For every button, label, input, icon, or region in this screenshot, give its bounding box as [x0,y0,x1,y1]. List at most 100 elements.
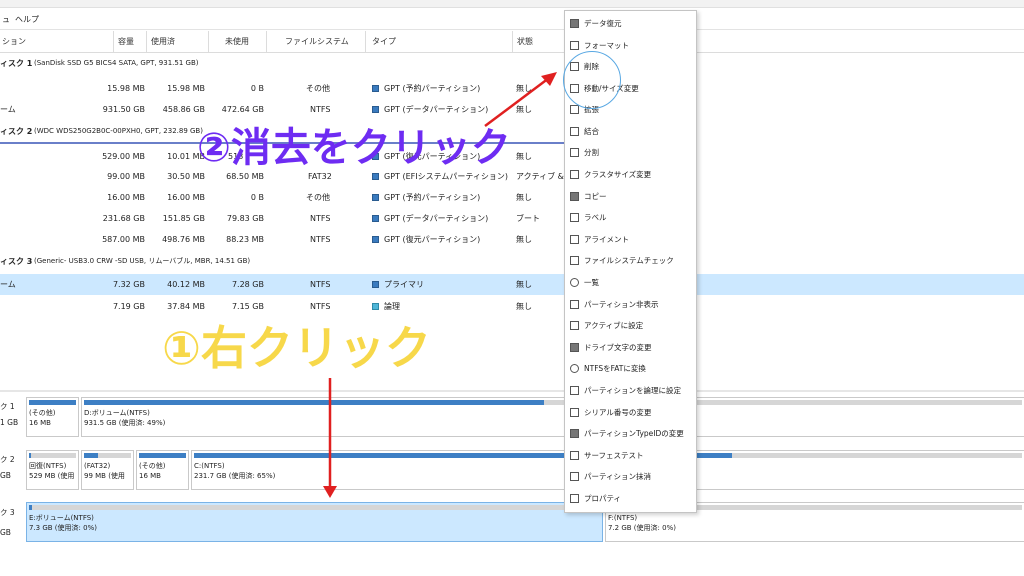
menu-alignment[interactable]: アライメント [565,229,696,250]
diskmap-partition-selected[interactable]: E:ボリューム(NTFS) 7.3 GB (使用済: 0%) [26,502,603,542]
diskmap-disk-size: GB [0,528,11,537]
menu-set-logical[interactable]: パーティションを論理に設定 [565,380,696,401]
partition-used: 498.76 MB [162,235,205,244]
drive-icon [570,19,579,28]
menu-label: アクティブに設定 [584,321,644,330]
diskmap-partition[interactable]: 回復(NTFS) 529 MB (使用 [26,450,79,490]
menu-change-letter[interactable]: ドライブ文字の変更 [565,337,696,358]
partition-row[interactable]: ーム 931.50 GB 458.86 GB 472.64 GB NTFS GP… [0,99,1024,120]
menu-wipe-partition[interactable]: パーティション抹消 [565,466,696,487]
menu-ntfs-to-fat[interactable]: NTFSをFATに変換 [565,358,696,379]
menu-properties[interactable]: プロパティ [565,488,696,509]
partition-row-selected[interactable]: ーム 7.32 GB 40.12 MB 7.28 GB NTFS プライマリ 無… [0,274,1024,295]
partition-free: 7.28 GB [231,280,264,289]
partition-row[interactable]: 99.00 MB 30.50 MB 68.50 MB FAT32 GPT (EF… [0,166,1024,187]
usage-bar [84,400,1022,405]
partition-used: 15.98 MB [167,84,205,93]
partition-map-label: F:(NTFS) [608,514,638,522]
col-unused[interactable]: 未使用 [209,31,267,53]
partition-map-label: D:ボリューム(NTFS) [84,409,150,417]
partition-used: 40.12 MB [167,280,205,289]
split-icon [570,148,579,157]
menu-label: パーティションを論理に設定 [584,386,682,395]
col-filesystem[interactable]: ファイルシステム [267,31,366,53]
partition-fs: NTFS [310,105,331,114]
barcode-icon [570,408,579,417]
logical-icon [570,386,579,395]
diskmap-partition[interactable]: (その他) 16 MB [136,450,189,490]
disk-row-2[interactable]: ィスク 2 (WDC WDS250G2B0C-00PXH0, GPT, 232.… [0,121,1024,142]
menu-set-active[interactable]: アクティブに設定 [565,315,696,336]
col-capacity[interactable]: 容量 [114,31,147,53]
menu-label: プロパティ [584,494,622,503]
col-partition[interactable]: ション [0,31,114,53]
menu-label-item[interactable]: ラベル [565,207,696,228]
usage-fill [84,453,99,458]
usage-fill [139,453,186,458]
menu-label: パーティション抹消 [584,472,652,481]
partition-type-text: GPT (EFIシステムパーティション) [384,172,508,181]
partition-capacity: 7.32 GB [112,280,145,289]
menu-copy[interactable]: コピー [565,186,696,207]
menu-item-partial[interactable]: ュ [2,14,10,25]
partition-map-size: 16 MB [139,472,161,480]
col-type[interactable]: タイプ [366,31,513,53]
menu-label: サーフェステスト [584,451,644,460]
usage-fill [29,453,32,458]
partition-status: 無し [516,280,532,289]
partition-row[interactable]: 7.19 GB 37.84 MB 7.15 GB NTFS 論理 無し [0,296,1024,317]
partition-status: 無し [516,105,532,114]
partition-row[interactable]: 16.00 MB 16.00 MB 0 B その他 GPT (予約パーティション… [0,187,1024,208]
partition-color-icon [372,106,379,113]
menu-data-recovery[interactable]: データ復元 [565,13,696,34]
menu-explore[interactable]: 一覧 [565,272,696,293]
menu-label: コピー [584,192,607,201]
partition-capacity: 529.00 MB [102,152,145,161]
menu-label: データ復元 [584,19,622,28]
menu-label: パーティションTypeIDの変更 [584,429,684,438]
menu-type-id[interactable]: パーティションTypeIDの変更 [565,423,696,444]
menu-bar: ュ ヘルプ [0,8,1024,30]
eraser-icon [570,472,579,481]
menu-surface-test[interactable]: サーフェステスト [565,445,696,466]
step2-annotation: ②消去をクリック [197,125,511,171]
disk-row-1[interactable]: ィスク 1 (SanDisk SSD G5 BICS4 SATA, GPT, 9… [0,53,1024,74]
menu-label: ファイルシステムチェック [584,256,674,265]
menu-split[interactable]: 分割 [565,142,696,163]
menu-label: アライメント [584,235,629,244]
partition-row[interactable]: 15.98 MB 15.98 MB 0 B その他 GPT (予約パーティション… [0,78,1024,99]
menu-label: 一覧 [584,278,599,287]
col-status[interactable]: 状態 [513,31,565,53]
disk-row-3[interactable]: ィスク 3 (Generic- USB3.0 CRW -SD USB, リムーバ… [0,251,1024,272]
diskmap-disk1-label[interactable]: ク 1 1 GB [0,401,22,428]
type-id-icon [570,429,579,438]
menu-merge[interactable]: 結合 [565,121,696,142]
menu-hide-partition[interactable]: パーティション非表示 [565,294,696,315]
partition-row[interactable]: 587.00 MB 498.76 MB 88.23 MB NTFS GPT (復… [0,229,1024,250]
pin-icon [570,321,579,330]
partition-capacity: 587.00 MB [102,235,145,244]
menu-item-help[interactable]: ヘルプ [15,14,39,25]
diskmap-disk3-label[interactable]: ク 3 GB [0,507,22,538]
surface-test-icon [570,451,579,460]
usage-fill [29,505,32,510]
diskmap-partition[interactable]: D:ボリューム(NTFS) 931.5 GB (使用済: 49%) [81,397,1024,437]
partition-map-label: (その他) [139,462,166,470]
diskmap-disk-name: ク 1 [0,402,15,411]
partition-capacity: 7.19 GB [112,302,145,311]
menu-cluster-size[interactable]: クラスタサイズ変更 [565,164,696,185]
window-top-strip [0,0,1024,8]
diskmap-partition[interactable]: (その他) 16 MB [26,397,79,437]
partition-row[interactable]: 529.00 MB 10.01 MB 518 GPT (復元パーティション) 無… [0,146,1024,167]
diskmap-partition[interactable]: (FAT32) 99 MB (使用 [81,450,134,490]
partition-map-label: (その他) [29,409,56,417]
disk-label: ィスク 2 [0,127,33,136]
menu-fs-check[interactable]: ファイルシステムチェック [565,250,696,271]
partition-row[interactable]: 231.68 GB 151.85 GB 79.83 GB NTFS GPT (デ… [0,208,1024,229]
partition-map-size: 529 MB (使用 [29,472,75,480]
col-used[interactable]: 使用済 [147,31,209,53]
diskmap-disk2-label[interactable]: ク 2 GB [0,454,22,481]
usage-bar [84,453,131,458]
menu-serial-number[interactable]: シリアル番号の変更 [565,402,696,423]
partition-color-icon [372,281,379,288]
